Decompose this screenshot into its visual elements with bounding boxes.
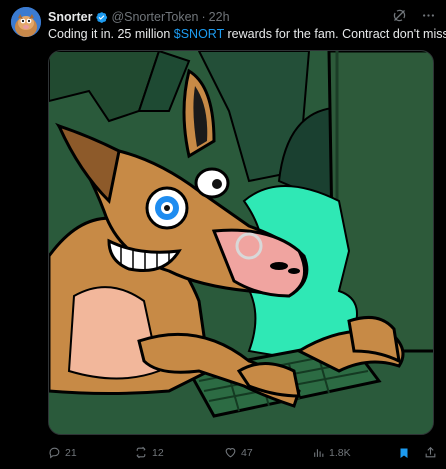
view-count: 1.8K	[329, 446, 351, 459]
post-time[interactable]: 22h	[209, 10, 230, 24]
reply-icon	[49, 447, 60, 459]
cashtag-link[interactable]: $SNORT	[174, 27, 224, 41]
action-bar: 21 12 47 1.8K	[48, 446, 440, 466]
views-icon	[314, 449, 324, 457]
share-icon	[425, 446, 436, 458]
bookmark-button[interactable]	[398, 446, 410, 460]
avatar-image	[11, 7, 41, 37]
separator-dot: ·	[201, 10, 206, 24]
more-icon[interactable]	[421, 8, 436, 23]
avatar[interactable]	[11, 7, 41, 37]
tweet-text-start: Coding it in. 25 million	[48, 27, 174, 41]
bookmark-icon	[400, 448, 408, 458]
repost-icon	[136, 446, 146, 459]
tweet-text: Coding it in. 25 million $SNORT rewards …	[48, 26, 446, 42]
author-name[interactable]: Snorter	[48, 10, 92, 24]
heart-icon	[225, 448, 236, 458]
cartoon-illustration	[49, 51, 433, 434]
repost-count: 12	[152, 446, 164, 459]
author-handle[interactable]: @SnorterToken	[111, 10, 198, 24]
header-actions	[392, 8, 436, 23]
tweet: Snorter @SnorterToken · 22h Coding it in…	[0, 0, 446, 469]
share-button[interactable]	[424, 446, 437, 459]
like-button[interactable]: 47	[224, 446, 253, 459]
tweet-header: Snorter @SnorterToken · 22h	[48, 8, 230, 26]
reply-button[interactable]: 21	[48, 446, 77, 459]
views-button[interactable]: 1.8K	[312, 446, 351, 459]
repost-button[interactable]: 12	[134, 446, 164, 459]
reply-count: 21	[65, 446, 77, 459]
like-count: 47	[241, 446, 253, 459]
tweet-text-end: rewards for the fam. Contract don't miss…	[224, 27, 446, 41]
tweet-image[interactable]	[48, 50, 434, 435]
verified-badge-icon	[96, 11, 108, 23]
grok-icon[interactable]	[392, 8, 407, 23]
